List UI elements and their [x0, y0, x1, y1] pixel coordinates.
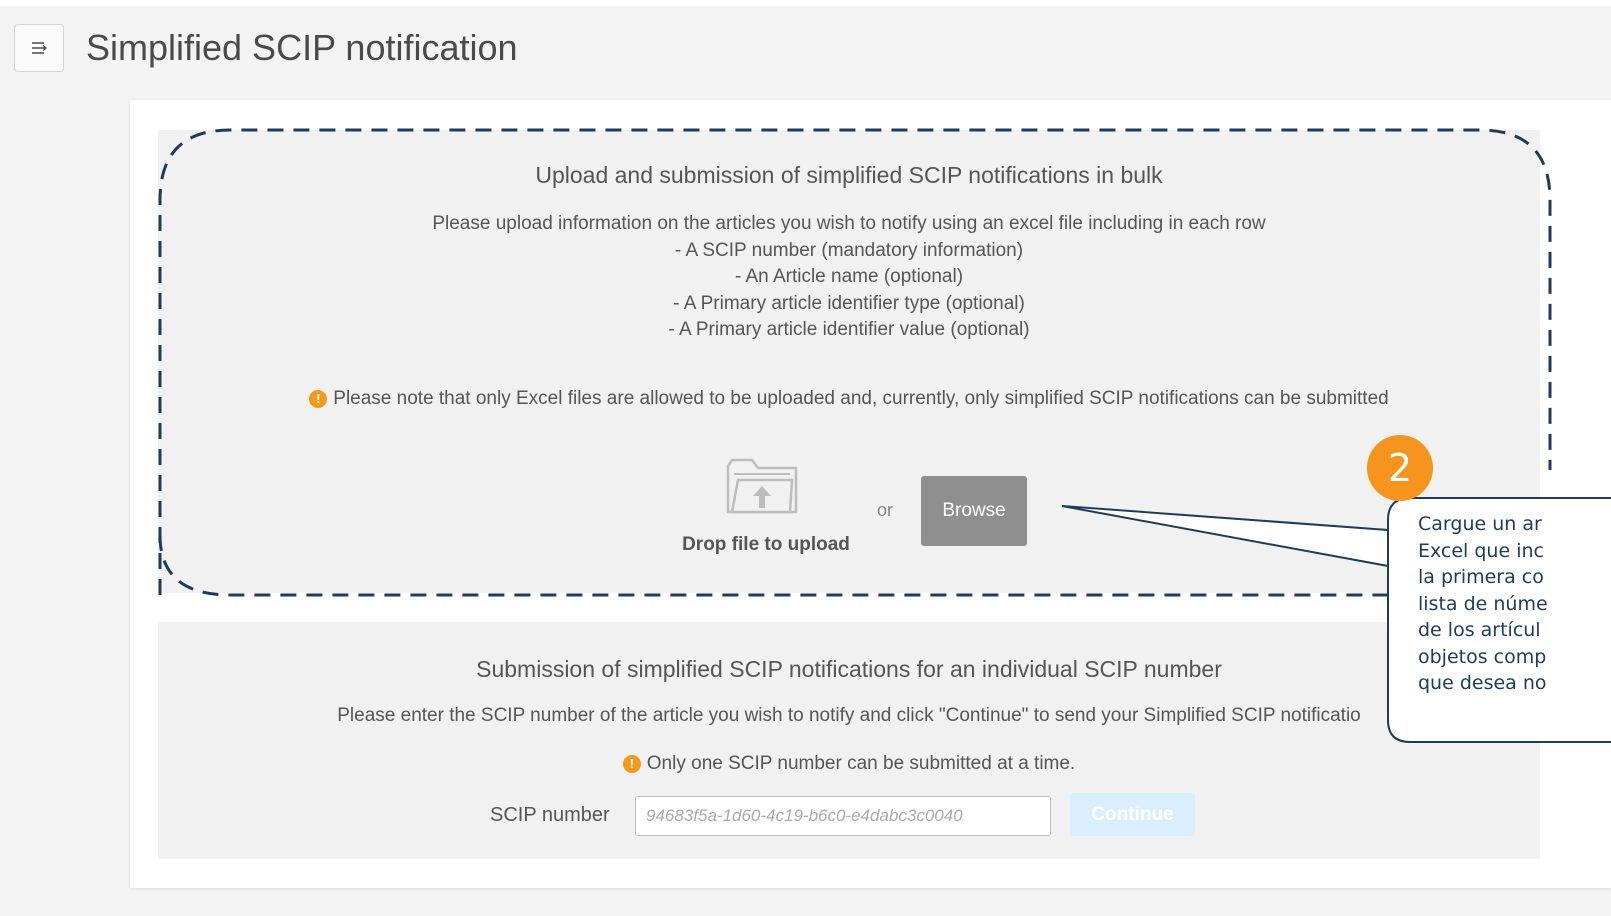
callout-line: objetos comp	[1418, 645, 1547, 668]
continue-button[interactable]: Continue	[1070, 793, 1195, 836]
callout-line: de los artícul	[1418, 619, 1541, 641]
bulk-note: ! Please note that only Excel files are a…	[158, 388, 1540, 410]
bulk-intro: Please upload information on the article…	[432, 213, 1266, 234]
callout-line: lista de núme	[1418, 592, 1548, 615]
bulk-item-identifier-type: - A Primary article identifier type (opt…	[673, 292, 1025, 314]
bulk-item-identifier-value: - A Primary article identifier value (op…	[668, 319, 1030, 340]
menu-toggle-button[interactable]	[14, 24, 64, 72]
bulk-upload-panel: Upload and submission of simplified SCIP…	[158, 130, 1540, 593]
single-note-text: Only one SCIP number can be submitted at…	[646, 753, 1076, 774]
callout-line: Cargue un ar	[1418, 513, 1542, 535]
page-title: Simplified SCIP notification	[86, 27, 518, 68]
single-note: ! Only one SCIP number can be submitted a…	[158, 753, 1540, 775]
scip-number-label: SCIP number	[490, 804, 610, 826]
callout-text: Cargue un ar Excel que inc la primera co…	[1418, 511, 1611, 697]
callout-line: la primera co	[1418, 566, 1544, 588]
warning-icon: !	[622, 755, 641, 773]
scip-number-input[interactable]	[635, 796, 1051, 836]
single-title: Submission of simplified SCIP notificati…	[476, 656, 1222, 682]
callout-number-badge: 2	[1387, 446, 1413, 490]
bulk-instructions: Please upload information on the article…	[158, 211, 1540, 344]
single-intro: Please enter the SCIP number of the arti…	[337, 705, 1361, 726]
or-separator: or	[876, 500, 893, 520]
bulk-item-scip-number: - A SCIP number (mandatory information)	[674, 239, 1024, 261]
browse-button[interactable]: Browse	[921, 476, 1027, 546]
top-strip	[0, 0, 1611, 6]
bulk-item-article-name: - An Article name (optional)	[734, 266, 964, 287]
menu-collapse-icon	[32, 42, 48, 54]
upload-folder-icon[interactable]	[724, 452, 800, 518]
callout-line: que desea no	[1418, 672, 1547, 694]
bulk-note-text: Please note that only Excel files are al…	[333, 388, 1389, 409]
drop-file-label: Drop file to upload	[682, 534, 850, 555]
warning-icon: !	[309, 390, 328, 408]
bulk-title: Upload and submission of simplified SCIP…	[535, 162, 1163, 188]
single-submission-panel: Submission of simplified SCIP notificati…	[158, 622, 1540, 859]
callout-line: Excel que inc	[1418, 539, 1544, 562]
